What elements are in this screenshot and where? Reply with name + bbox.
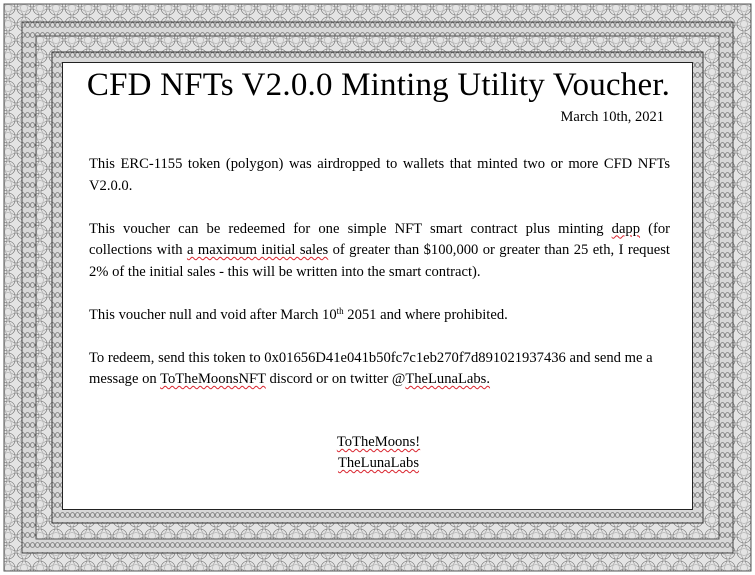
paragraph-how-to-redeem-part2: discord or on twitter @ (265, 371, 406, 387)
paragraph-expiry-part1: This voucher null and void after March 1… (89, 306, 337, 323)
signature-line-2: TheLunaLabs (337, 455, 420, 471)
voucher-body: This ERC-1155 token (polygon) was airdro… (89, 154, 670, 412)
paragraph-airdrop: This ERC-1155 token (polygon) was airdro… (89, 156, 670, 194)
voucher-panel: CFD NFTs V2.0.0 Minting Utility Voucher.… (62, 62, 693, 510)
max-sales-phrase: a maximum initial sales (186, 242, 329, 258)
dapp-word: dapp (611, 220, 641, 237)
paragraph-expiry-part2: 2051 and where prohibited. (343, 306, 508, 323)
paragraph-expiry: This voucher null and void after March 1… (89, 305, 670, 327)
signature-line-1: ToTheMoons! (336, 434, 421, 450)
voucher-date: March 10th, 2021 (560, 109, 665, 125)
paragraph-redeem-terms-part1: This voucher can be redeemed for one sim… (89, 220, 612, 237)
twitter-handle: TheLunaLabs. (405, 371, 491, 387)
voucher-title: CFD NFTs V2.0.0 Minting Utility Voucher. (86, 67, 671, 103)
signature-block: ToTheMoons! TheLunaLabs (63, 432, 694, 474)
voucher-certificate: CFD NFTs V2.0.0 Minting Utility Voucher.… (0, 0, 755, 575)
paragraph-how-to-redeem: To redeem, send this token to 0x01656D41… (89, 348, 670, 391)
paragraph-redeem-terms: This voucher can be redeemed for one sim… (89, 219, 670, 284)
expiry-superscript: th (336, 305, 344, 316)
discord-name: ToTheMoonsNFT (160, 371, 266, 387)
